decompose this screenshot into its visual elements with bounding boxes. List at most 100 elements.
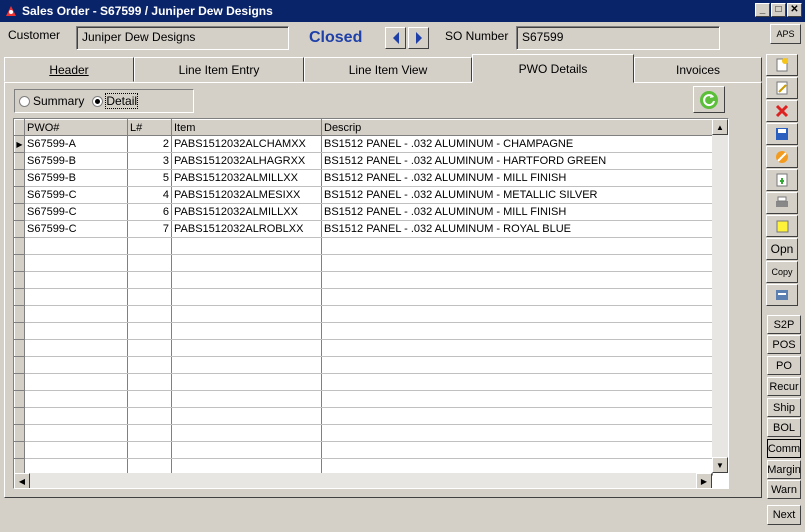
so-number-field[interactable]: S67599 xyxy=(516,26,720,50)
form-icon[interactable] xyxy=(766,284,798,306)
cell-item[interactable]: PABS1512032ALCHAMXX xyxy=(171,135,322,153)
customer-field[interactable]: Juniper Dew Designs xyxy=(76,26,289,50)
margin-button[interactable]: Margin xyxy=(767,460,801,479)
toolbar: Opn Copy xyxy=(766,53,802,307)
scroll-right-icon[interactable]: ▶ xyxy=(696,473,712,488)
cell-line[interactable]: 5 xyxy=(127,169,172,187)
delete-icon[interactable] xyxy=(766,100,798,122)
summary-radio[interactable]: Summary xyxy=(19,94,84,108)
new-record-icon[interactable] xyxy=(766,54,798,76)
row-indicator[interactable] xyxy=(14,203,25,221)
bol-button[interactable]: BOL xyxy=(767,418,801,437)
col-item-header[interactable]: Item xyxy=(171,119,322,136)
close-button[interactable]: ✕ xyxy=(787,3,802,17)
row-indicator[interactable] xyxy=(14,186,25,204)
cell-item[interactable]: PABS1512032ALMESIXX xyxy=(171,186,322,204)
tab-line-item-view[interactable]: Line Item View xyxy=(304,57,472,82)
table-row[interactable]: S67599-C 4 PABS1512032ALMESIXX BS1512 PANEL… xyxy=(14,186,713,204)
table-row[interactable]: S67599-B 5 PABS1512032ALMILLXX BS1512 PANEL… xyxy=(14,169,713,187)
pwo-grid[interactable]: PWO# L# Item Descrip ▶ S67599-A 2 PABS15120… xyxy=(13,118,729,489)
row-indicator xyxy=(14,288,25,306)
cell-descrip[interactable]: BS1512 PANEL - .032 ALUMINUM - CHAMPAGNE xyxy=(321,135,713,153)
edit-icon[interactable] xyxy=(766,77,798,99)
cell-line[interactable]: 4 xyxy=(127,186,172,204)
row-indicator[interactable] xyxy=(14,152,25,170)
cell-item[interactable]: PABS1512032ALMILLXX xyxy=(171,203,322,221)
tab-invoices[interactable]: Invoices xyxy=(634,57,762,82)
cell-descrip[interactable]: BS1512 PANEL - .032 ALUMINUM - MILL FINI… xyxy=(321,203,713,221)
next-button[interactable]: Next xyxy=(767,505,801,525)
row-indicator xyxy=(14,407,25,425)
recur-button[interactable]: Recur xyxy=(767,377,801,396)
cell-pwo[interactable]: S67599-C xyxy=(24,186,128,204)
copy-button[interactable]: Copy xyxy=(766,261,798,283)
cell-pwo[interactable]: S67599-C xyxy=(24,203,128,221)
cell-descrip[interactable]: BS1512 PANEL - .032 ALUMINUM - METALLIC … xyxy=(321,186,713,204)
export-icon[interactable] xyxy=(766,169,798,191)
empty-row xyxy=(14,407,713,425)
cell-line[interactable]: 6 xyxy=(127,203,172,221)
next-record-button[interactable] xyxy=(408,27,429,49)
empty-cell xyxy=(171,356,322,374)
note-icon[interactable] xyxy=(766,215,798,237)
tab-pwo-details[interactable]: PWO Details xyxy=(472,54,634,83)
col-pwo-header[interactable]: PWO# xyxy=(24,119,128,136)
empty-cell xyxy=(321,305,713,323)
row-indicator xyxy=(14,373,25,391)
empty-row xyxy=(14,356,713,374)
ship-button[interactable]: Ship xyxy=(767,398,801,417)
row-indicator xyxy=(14,441,25,459)
row-indicator[interactable] xyxy=(14,220,25,238)
save-icon[interactable] xyxy=(766,123,798,145)
row-indicator[interactable] xyxy=(14,169,25,187)
maximize-button[interactable]: □ xyxy=(771,3,786,17)
cell-item[interactable]: PABS1512032ALMILLXX xyxy=(171,169,322,187)
table-row[interactable]: S67599-B 3 PABS1512032ALHAGRXX BS1512 PANEL… xyxy=(14,152,713,170)
empty-cell xyxy=(127,441,172,459)
table-row[interactable]: S67599-C 6 PABS1512032ALMILLXX BS1512 PANEL… xyxy=(14,203,713,221)
tab-line-item-entry[interactable]: Line Item Entry xyxy=(134,57,304,82)
cell-pwo[interactable]: S67599-B xyxy=(24,152,128,170)
cell-pwo[interactable]: S67599-C xyxy=(24,220,128,238)
empty-cell xyxy=(321,288,713,306)
vertical-scrollbar[interactable]: ▲ ▼ xyxy=(712,119,728,473)
detail-radio[interactable]: Detail xyxy=(92,93,139,109)
empty-cell xyxy=(321,407,713,425)
refresh-button[interactable] xyxy=(693,86,725,113)
prev-record-button[interactable] xyxy=(385,27,406,49)
s2p-button[interactable]: S2P xyxy=(767,315,801,334)
cancel-icon[interactable] xyxy=(766,146,798,168)
aps-button[interactable]: APS xyxy=(770,24,801,44)
minimize-button[interactable]: _ xyxy=(755,3,770,17)
cell-line[interactable]: 7 xyxy=(127,220,172,238)
scroll-left-icon[interactable]: ◀ xyxy=(14,473,30,488)
print-icon[interactable] xyxy=(766,192,798,214)
tab-header[interactable]: Header xyxy=(4,57,134,82)
pos-button[interactable]: POS xyxy=(767,335,801,354)
scroll-down-icon[interactable]: ▼ xyxy=(712,457,728,473)
comm-button[interactable]: Comm xyxy=(767,439,801,458)
tab-strip: Header Line Item Entry Line Item View PW… xyxy=(4,54,762,83)
cell-line[interactable]: 3 xyxy=(127,152,172,170)
scroll-up-icon[interactable]: ▲ xyxy=(712,119,728,135)
cell-descrip[interactable]: BS1512 PANEL - .032 ALUMINUM - HARTFORD … xyxy=(321,152,713,170)
cell-descrip[interactable]: BS1512 PANEL - .032 ALUMINUM - ROYAL BLU… xyxy=(321,220,713,238)
empty-row xyxy=(14,237,713,255)
cell-item[interactable]: PABS1512032ALROBLXX xyxy=(171,220,322,238)
cell-pwo[interactable]: S67599-B xyxy=(24,169,128,187)
horizontal-scrollbar[interactable]: ◀ ▶ xyxy=(14,473,712,488)
cell-line[interactable]: 2 xyxy=(127,135,172,153)
po-button[interactable]: PO xyxy=(767,356,801,375)
empty-row xyxy=(14,322,713,340)
current-row-indicator-icon[interactable]: ▶ xyxy=(14,135,25,153)
cell-descrip[interactable]: BS1512 PANEL - .032 ALUMINUM - MILL FINI… xyxy=(321,169,713,187)
col-descrip-header[interactable]: Descrip xyxy=(321,119,713,136)
warn-button[interactable]: Warn xyxy=(767,480,801,499)
col-line-header[interactable]: L# xyxy=(127,119,172,136)
table-row[interactable]: S67599-C 7 PABS1512032ALROBLXX BS1512 PANEL… xyxy=(14,220,713,238)
cell-item[interactable]: PABS1512032ALHAGRXX xyxy=(171,152,322,170)
empty-row xyxy=(14,373,713,391)
open-button[interactable]: Opn xyxy=(766,238,798,260)
cell-pwo[interactable]: S67599-A xyxy=(24,135,128,153)
table-row[interactable]: ▶ S67599-A 2 PABS1512032ALCHAMXX BS1512 PANE… xyxy=(14,135,713,153)
